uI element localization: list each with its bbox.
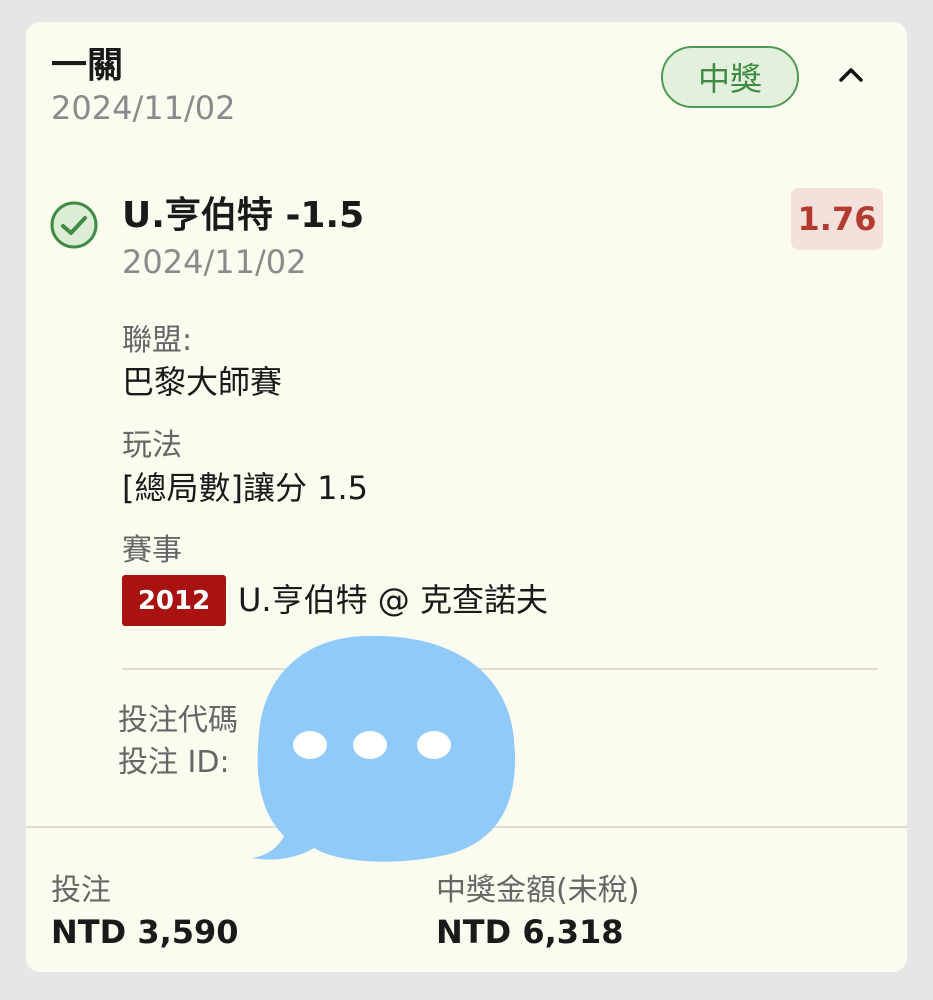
event-label: 賽事 xyxy=(122,533,182,568)
check-circle-icon xyxy=(50,201,98,249)
payout-value: NTD 6,318 xyxy=(436,913,624,951)
selection-date: 2024/11/02 xyxy=(122,243,307,281)
league-label: 聯盟: xyxy=(122,323,193,358)
bet-code-label: 投注代碼 xyxy=(118,703,238,738)
bet-ticket-card: 一關 2024/11/02 中獎 U.亨伯特 -1.5 2024/11/02 1… xyxy=(26,22,907,972)
market-value: [總局數]讓分 1.5 xyxy=(122,469,369,507)
market-label: 玩法 xyxy=(122,428,182,463)
stake-label: 投注 xyxy=(51,873,111,908)
odds-badge: 1.76 xyxy=(791,188,883,250)
event-name: U.亨伯特 @ 克查諾夫 xyxy=(238,581,548,619)
bet-id-label: 投注 ID: xyxy=(118,745,230,780)
chat-bubble-icon xyxy=(252,635,516,862)
event-code-badge: 2012 xyxy=(122,575,226,626)
stake-value: NTD 3,590 xyxy=(51,913,239,951)
selection-name: U.亨伯特 -1.5 xyxy=(122,195,365,236)
chevron-up-icon[interactable] xyxy=(836,60,866,90)
league-value: 巴黎大師賽 xyxy=(122,363,283,401)
status-badge: 中獎 xyxy=(661,46,799,108)
ticket-date: 2024/11/02 xyxy=(51,89,236,127)
ticket-title: 一關 xyxy=(51,45,124,86)
